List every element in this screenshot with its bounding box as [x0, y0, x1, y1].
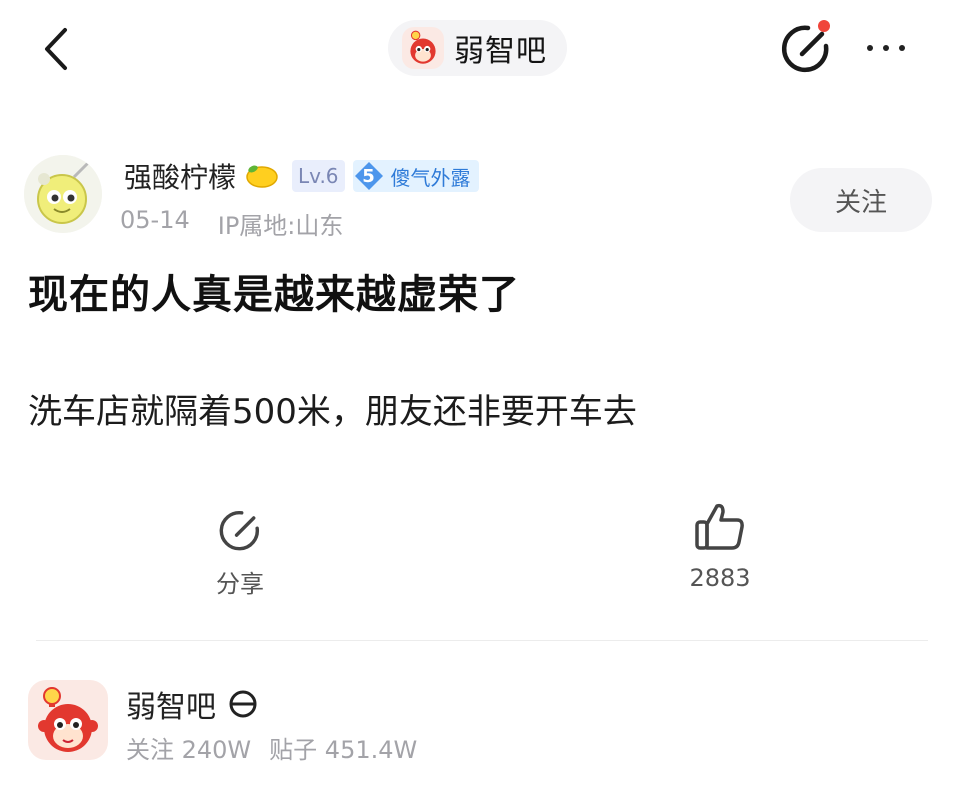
follow-button[interactable]: 关注: [790, 168, 932, 232]
no-entry-circle-icon: [229, 690, 257, 718]
post-title: 现在的人真是越来越虚荣了: [28, 272, 520, 318]
back-button[interactable]: [36, 24, 76, 74]
notification-dot: [818, 20, 830, 32]
edit-button[interactable]: [778, 20, 834, 76]
chevron-left-icon: [45, 28, 67, 70]
title-badge: 5 傻气外露: [352, 160, 479, 192]
more-button[interactable]: [858, 30, 914, 66]
forum-logo[interactable]: [28, 680, 108, 760]
share-icon: [219, 511, 259, 551]
title-level-icon: 5: [353, 160, 385, 192]
forum-title: 弱智吧: [454, 34, 547, 69]
forum-card-name: 弱智吧: [126, 690, 216, 725]
forum-followers: 关注 240W: [126, 736, 252, 764]
author-avatar[interactable]: [24, 155, 102, 233]
post-date: 05-14: [120, 206, 190, 234]
divider: [36, 640, 928, 641]
like-button[interactable]: 2883: [670, 500, 770, 592]
forum-posts: 贴子 451.4W: [269, 736, 418, 764]
post-body: 洗车店就隔着500米，朋友还非要开车去: [28, 392, 637, 432]
more-dots-icon: [867, 45, 873, 51]
forum-title-pill[interactable]: 弱智吧: [388, 20, 567, 76]
lemon-icon: [246, 165, 278, 188]
author-name[interactable]: 强酸柠檬: [124, 156, 236, 196]
thumbs-up-icon: [695, 503, 744, 550]
title-name: 傻气外露: [390, 165, 471, 190]
forum-stats: 关注 240W 贴子 451.4W: [126, 730, 417, 765]
ip-location: IP属地:山东: [217, 212, 344, 240]
share-button[interactable]: 分享: [190, 506, 290, 599]
like-count: 2883: [689, 564, 751, 592]
level-badge: Lv.6: [292, 160, 345, 192]
share-label: 分享: [216, 570, 264, 598]
forum-logo-mini: [402, 27, 444, 69]
forum-card-title[interactable]: 弱智吧: [126, 682, 258, 726]
post-meta: 05-14 IP属地:山东: [120, 206, 343, 241]
author-info-line: 强酸柠檬 Lv.6 5 傻气外露: [124, 155, 479, 197]
